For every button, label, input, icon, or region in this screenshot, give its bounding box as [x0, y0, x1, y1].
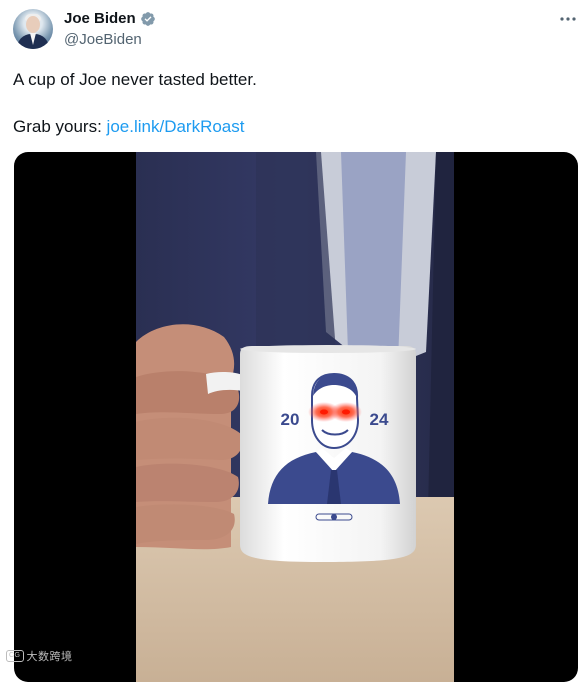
- tweet-text: A cup of Joe never tasted better. Grab y…: [13, 68, 573, 139]
- tweet-link[interactable]: joe.link/DarkRoast: [107, 117, 245, 136]
- author-avatar[interactable]: [13, 9, 53, 49]
- verified-badge-icon: [140, 11, 155, 26]
- avatar-face: [26, 16, 40, 33]
- video-frame[interactable]: 20 24: [136, 152, 454, 682]
- mug-year-right: 24: [370, 410, 389, 429]
- mug-year-left: 20: [281, 410, 300, 429]
- author-name-row: Joe Biden: [64, 10, 156, 27]
- tweet-text-line-1: A cup of Joe never tasted better.: [13, 70, 257, 89]
- more-horizontal-icon[interactable]: [558, 9, 578, 29]
- source-watermark: CG 大数跨境: [6, 648, 73, 664]
- watermark-badge: CG: [6, 650, 24, 662]
- tweet-text-line-2: Grab yours: joe.link/DarkRoast: [13, 115, 573, 139]
- tweet-text-prefix: Grab yours:: [13, 117, 107, 136]
- tweet-media[interactable]: 20 24: [14, 152, 578, 682]
- author-handle[interactable]: @JoeBiden: [64, 31, 142, 48]
- watermark-text: 大数跨境: [26, 651, 73, 663]
- author-display-name[interactable]: Joe Biden: [64, 10, 136, 27]
